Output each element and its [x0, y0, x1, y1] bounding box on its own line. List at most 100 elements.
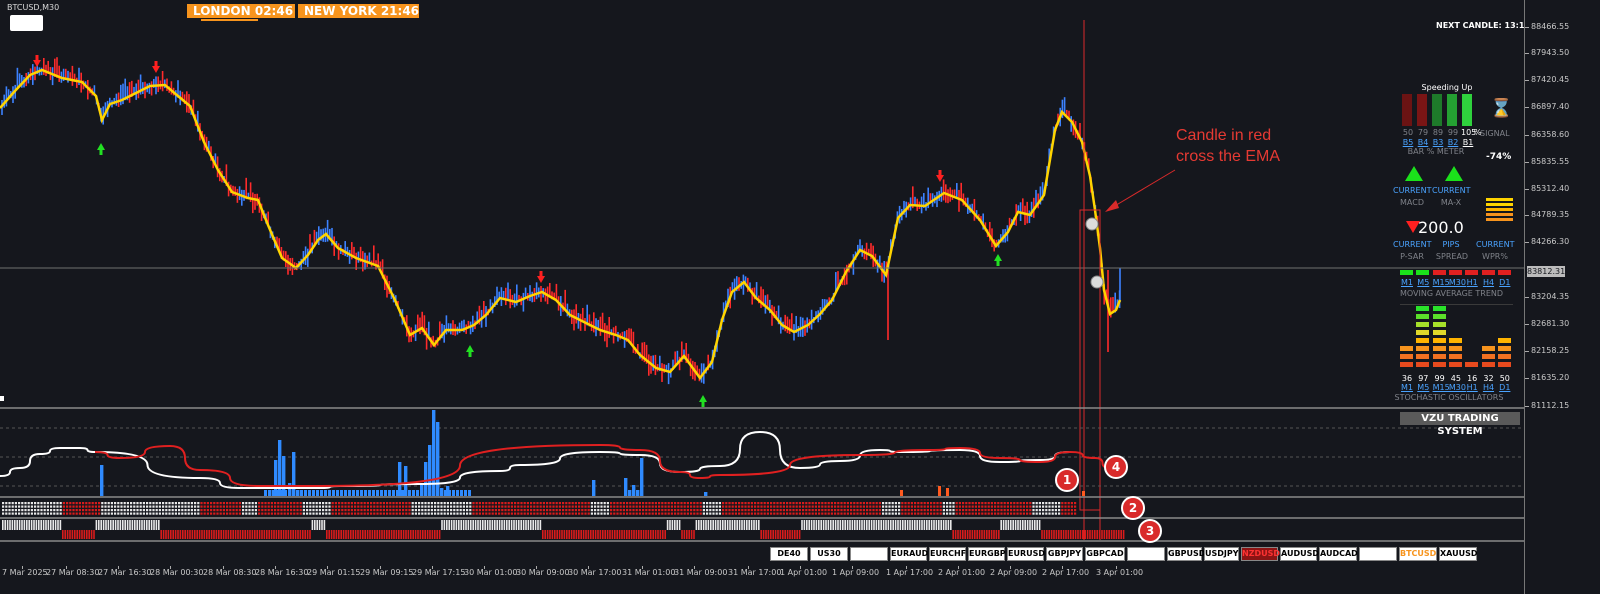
trend-dot	[638, 502, 641, 505]
trend-dot	[152, 509, 155, 512]
trend-dot	[558, 502, 561, 505]
trend-dot	[859, 502, 862, 505]
symbol-button-empty[interactable]	[850, 547, 888, 561]
trend-dot	[405, 512, 408, 515]
symbol-button-euraud[interactable]: EURAUD	[890, 547, 928, 561]
symbol-button-empty[interactable]	[1359, 547, 1397, 561]
trend-dot	[82, 505, 85, 508]
wave-bar	[198, 530, 201, 539]
ma-timeframe-label: M15	[1432, 278, 1450, 287]
price-axis-tick	[1525, 27, 1529, 28]
trend-dot	[453, 512, 456, 515]
symbol-button-gbpjpy[interactable]: GBPJPY	[1046, 547, 1083, 561]
price-axis[interactable]: 88466.55 87943.50 87420.45 86897.40 86358.60…	[1524, 0, 1600, 594]
symbol-button-eurgbp[interactable]: EURGBP	[968, 547, 1006, 561]
trend-dot	[648, 502, 651, 505]
trend-dot	[152, 505, 155, 508]
symbol-button-us30[interactable]: US30	[810, 547, 848, 561]
trend-dot	[1010, 509, 1013, 512]
symbol-button-usdjpy[interactable]: USDJPY	[1204, 547, 1239, 561]
trend-dot	[552, 505, 555, 508]
trend-dot	[613, 512, 616, 515]
trend-dot	[210, 505, 213, 508]
trend-dot	[670, 505, 673, 508]
trend-dot	[782, 502, 785, 505]
symbol-button-eurusd[interactable]: EURUSD	[1007, 547, 1045, 561]
trend-dot	[994, 505, 997, 508]
trend-dot	[1003, 512, 1006, 515]
wave-bar	[731, 520, 734, 530]
trend-dot	[200, 502, 203, 505]
trend-dot	[661, 512, 664, 515]
trend-dot	[1006, 505, 1009, 508]
trend-dot	[888, 509, 891, 512]
trend-dot	[219, 509, 222, 512]
trend-dot	[818, 512, 821, 515]
wave-bar	[270, 530, 273, 539]
trend-dot	[216, 502, 219, 505]
trend-dot	[1070, 509, 1073, 512]
wave-bar	[942, 520, 945, 530]
symbol-button-de40[interactable]: DE40	[770, 547, 808, 561]
trend-dot	[370, 505, 373, 508]
trend-dot	[802, 502, 805, 505]
trend-dot	[363, 505, 366, 508]
trend-dot	[264, 502, 267, 505]
one-click-trading-panel[interactable]	[10, 15, 43, 31]
wave-bar	[162, 530, 165, 539]
symbol-button-audusd[interactable]: AUDUSD	[1280, 547, 1319, 561]
ma-trend-bar	[1400, 270, 1413, 275]
trend-dot	[830, 502, 833, 505]
symbol-button-nzdusd[interactable]: NZDUSD	[1241, 547, 1280, 561]
trend-dot	[126, 502, 129, 505]
wave-bar	[923, 520, 926, 530]
time-axis-tick	[275, 566, 276, 569]
symbol-button-btcusd[interactable]: BTCUSD	[1399, 547, 1437, 561]
trend-dot	[430, 502, 433, 505]
wave-bar	[88, 530, 90, 539]
symbol-button-empty[interactable]	[1127, 547, 1165, 561]
wave-bar	[299, 530, 302, 539]
wave-bar	[688, 530, 690, 539]
trend-dot	[229, 509, 232, 512]
wave-bar	[623, 530, 626, 539]
time-axis-tick	[1116, 566, 1117, 569]
trend-dot	[40, 512, 43, 515]
trend-dot	[456, 505, 459, 508]
trend-dot	[869, 502, 872, 505]
trend-dot	[354, 505, 357, 508]
trend-dot	[418, 502, 421, 505]
time-axis[interactable]: 7 Mar 2025 27 Mar 08:30 27 Mar 16:30 28 Mar…	[0, 566, 1524, 584]
macd-up-arrow-icon	[1405, 166, 1423, 181]
symbol-button-gbpcad[interactable]: GBPCAD	[1085, 547, 1125, 561]
symbol-button-audcad[interactable]: AUDCAD	[1319, 547, 1358, 561]
wave-bar	[30, 520, 33, 530]
price-axis-label: 82158.25	[1531, 346, 1570, 355]
wave-bar	[518, 520, 520, 530]
trend-dot	[30, 509, 33, 512]
wave-bar	[405, 530, 407, 539]
trend-dot	[501, 512, 504, 515]
trend-dot	[245, 509, 248, 512]
wave-bar	[1070, 530, 1072, 539]
symbol-button-gbpusd[interactable]: GBPUSD	[1167, 547, 1205, 561]
wave-bar	[815, 520, 818, 530]
trend-dot	[475, 512, 478, 515]
trend-dot	[216, 509, 219, 512]
trend-dot	[494, 512, 497, 515]
symbol-button-xauusd[interactable]: XAUUSD	[1439, 547, 1478, 561]
trend-dot	[347, 512, 350, 515]
trend-dot	[770, 502, 773, 505]
trend-dot	[117, 502, 120, 505]
stochastic-timeframe-label: M15	[1432, 383, 1450, 392]
price-chart[interactable]	[0, 0, 1524, 594]
trend-dot	[235, 509, 238, 512]
wave-bar	[249, 530, 251, 539]
symbol-button-eurchf[interactable]: EURCHF	[929, 547, 966, 561]
trend-dot	[398, 502, 401, 505]
trend-dot	[930, 509, 933, 512]
trend-dot	[1058, 512, 1061, 515]
stochastic-level	[1432, 306, 1446, 311]
wave-bar	[842, 520, 844, 530]
next-candle-timer: NEXT CANDLE: 13:13	[1436, 21, 1530, 30]
